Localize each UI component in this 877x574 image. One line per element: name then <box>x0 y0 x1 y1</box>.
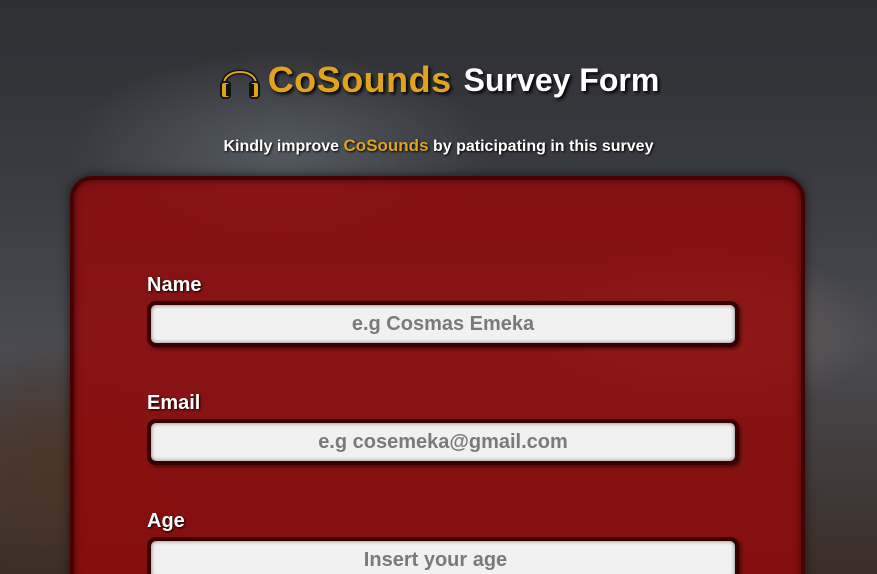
title-text: Survey Form <box>463 61 660 98</box>
page-header: CoSounds Survey Form <box>0 58 877 107</box>
subtitle-suffix: by paticipating in this survey <box>432 138 654 155</box>
headphone-icon <box>218 58 262 102</box>
name-input[interactable] <box>147 301 739 347</box>
name-label: Name <box>147 274 202 296</box>
age-label: Age <box>147 510 185 532</box>
page-subtitle: Kindly improve CoSounds by paticipating … <box>0 136 877 156</box>
email-label: Email <box>147 392 201 414</box>
subtitle-brand: CoSounds <box>343 136 429 155</box>
subtitle-prefix: Kindly improve <box>223 138 340 155</box>
survey-form: Name Email Age <box>70 176 805 574</box>
age-input[interactable] <box>147 537 739 574</box>
email-input[interactable] <box>147 419 739 465</box>
page-title: CoSounds Survey Form <box>218 58 660 102</box>
brand-name: CoSounds <box>267 59 452 100</box>
